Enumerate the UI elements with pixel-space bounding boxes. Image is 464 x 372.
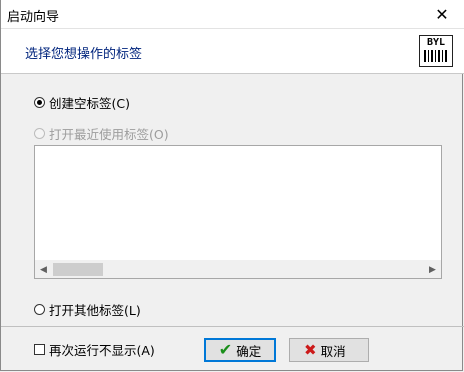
dont-show-checkbox[interactable] (34, 344, 45, 355)
cancel-x-icon: ✖ (304, 340, 317, 359)
scroll-thumb[interactable] (53, 263, 103, 276)
create-blank-radio[interactable] (34, 97, 45, 108)
close-button[interactable]: ✕ (419, 0, 464, 28)
dont-show-label: 再次运行不显示(A) (49, 343, 155, 358)
open-other-label: 打开其他标签(L) (49, 303, 141, 318)
checkmark-icon: ✔ (218, 340, 233, 359)
ok-button[interactable]: ✔ 确定 (204, 338, 276, 362)
window-title: 启动向导 (7, 10, 60, 25)
open-recent-label: 打开最近使用标签(O) (49, 127, 169, 142)
open-other-option[interactable]: 打开其他标签(L) (34, 300, 141, 319)
startup-wizard-dialog: 启动向导 ✕ 选择您想操作的标签 BYL 创建空标签(C) 打开最近使用标签(O… (0, 0, 464, 371)
header-area: 选择您想操作的标签 BYL (1, 29, 464, 74)
recent-labels-list[interactable]: ◀ ▶ (34, 145, 442, 279)
cancel-button[interactable]: ✖ 取消 (289, 338, 369, 362)
cancel-label: 取消 (320, 343, 346, 359)
footer-separator (1, 326, 464, 327)
ok-label: 确定 (236, 343, 262, 359)
create-blank-label: 创建空标签(C) (49, 96, 130, 111)
close-icon: ✕ (435, 4, 449, 24)
open-recent-option: 打开最近使用标签(O) (34, 124, 169, 143)
dont-show-option[interactable]: 再次运行不显示(A) (34, 340, 155, 359)
header-text: 选择您想操作的标签 (25, 47, 143, 62)
horizontal-scrollbar[interactable]: ◀ ▶ (35, 260, 441, 278)
scroll-left-icon[interactable]: ◀ (35, 261, 52, 278)
open-recent-radio (34, 128, 45, 139)
open-other-radio[interactable] (34, 304, 45, 315)
byl-logo-icon: BYL (419, 35, 453, 67)
create-blank-option[interactable]: 创建空标签(C) (34, 93, 130, 112)
title-bar: 启动向导 ✕ (1, 0, 464, 29)
scroll-right-icon[interactable]: ▶ (424, 261, 441, 278)
barcode-icon (424, 50, 448, 62)
